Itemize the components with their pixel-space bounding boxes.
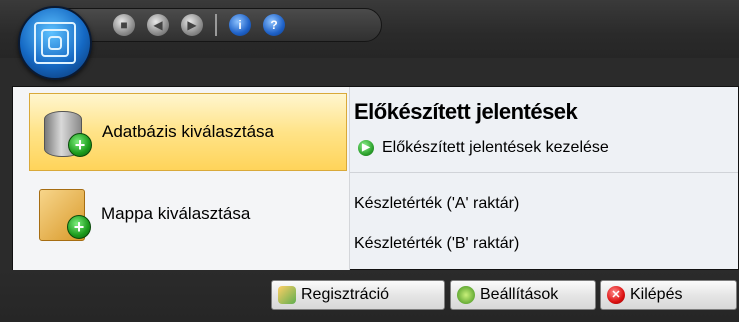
divider	[350, 172, 738, 173]
title-bar: ■ ◀ ▶ i ?	[0, 0, 739, 80]
settings-button[interactable]: Beállítások	[450, 280, 596, 310]
database-add-icon: +	[34, 101, 96, 163]
toolbar-separator	[215, 14, 217, 36]
register-icon	[278, 286, 296, 304]
info-icon[interactable]: i	[229, 14, 251, 36]
report-item[interactable]: Készletérték ('B' raktár)	[354, 235, 519, 253]
cube-icon[interactable]: ■	[113, 14, 135, 36]
register-button[interactable]: Regisztráció	[271, 280, 445, 310]
report-item[interactable]: Készletérték ('A' raktár)	[354, 195, 519, 213]
register-label: Regisztráció	[301, 286, 390, 303]
settings-label: Beállítások	[480, 286, 559, 303]
back-icon[interactable]: ◀	[147, 14, 169, 36]
quick-access-toolbar: ■ ◀ ▶ i ?	[52, 8, 382, 42]
select-database-button[interactable]: + Adatbázis kiválasztása	[29, 93, 347, 171]
reports-section: Előkészített jelentések ▶ Előkészített j…	[350, 87, 738, 271]
select-folder-label: Mappa kiválasztása	[101, 204, 251, 223]
folder-add-icon: +	[33, 183, 95, 245]
close-icon: ✕	[607, 286, 625, 304]
plus-icon: +	[68, 133, 92, 157]
select-database-label: Adatbázis kiválasztása	[102, 122, 274, 141]
footer-bar: Regisztráció Beállítások ✕ Kilépés	[0, 270, 739, 322]
forward-icon[interactable]: ▶	[181, 14, 203, 36]
manage-reports-label: Előkészített jelentések kezelése	[382, 139, 609, 156]
plus-icon: +	[67, 215, 91, 239]
exit-label: Kilépés	[630, 286, 683, 303]
source-selection: + Adatbázis kiválasztása + Mappa kiválas…	[13, 87, 350, 271]
select-folder-button[interactable]: + Mappa kiválasztása	[29, 175, 347, 253]
exit-button[interactable]: ✕ Kilépés	[600, 280, 737, 310]
main-panel: + Adatbázis kiválasztása + Mappa kiválas…	[12, 86, 739, 271]
settings-icon	[457, 286, 475, 304]
manage-reports-link[interactable]: ▶ Előkészített jelentések kezelése	[358, 139, 609, 157]
reports-title: Előkészített jelentések	[354, 99, 578, 124]
app-logo-icon-core	[48, 36, 62, 50]
help-icon[interactable]: ?	[263, 14, 285, 36]
app-menu-button[interactable]	[18, 6, 92, 80]
arrow-right-icon: ▶	[358, 140, 374, 156]
